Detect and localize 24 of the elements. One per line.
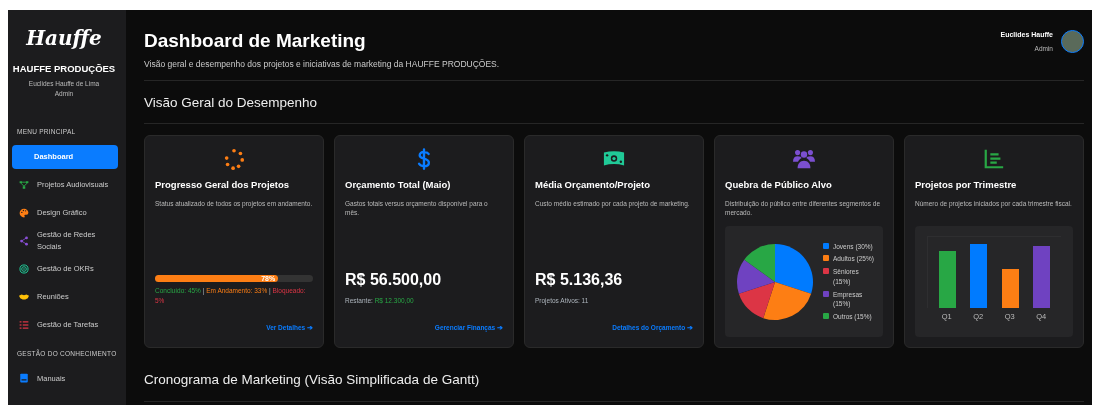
chart-icon [983, 148, 1005, 170]
card-title: Quebra de Público Alvo [725, 178, 833, 193]
page-title: Dashboard de Marketing [144, 30, 367, 53]
spinner-icon [223, 148, 245, 170]
avatar-placeholder[interactable] [1061, 30, 1084, 54]
logo-text: Hauffe [25, 28, 103, 48]
card-title: Progresso Geral dos Projetos [155, 178, 291, 193]
list-icon [19, 319, 29, 330]
book-icon [19, 373, 29, 384]
palette-icon [19, 207, 29, 218]
users-icon [793, 148, 815, 170]
network-icon [19, 179, 29, 190]
section-title: Visão Geral do Desempenho [144, 94, 319, 112]
section-title: Cronograma de Marketing (Visão Simplificada de Gantt) [144, 371, 481, 390]
page-subtitle: Visão geral e desempenho dos projetos e iniciativas de marketing da HAUFFE PRODUÇÕES. [144, 57, 500, 71]
pie-slice [738, 281, 775, 318]
company-name: HAUFFE PRODUÇÕES [11, 62, 117, 76]
card-title: Orçamento Total (Maio) [345, 178, 452, 193]
card-title: Projetos por Trimestre [915, 178, 1018, 193]
metric-value: R$ 5.136,36 [535, 269, 624, 290]
card-title: Média Orçamento/Projeto [535, 178, 652, 193]
target-icon [19, 263, 29, 274]
share-icon [19, 235, 29, 246]
metric-value: R$ 56.500,00 [345, 269, 443, 290]
